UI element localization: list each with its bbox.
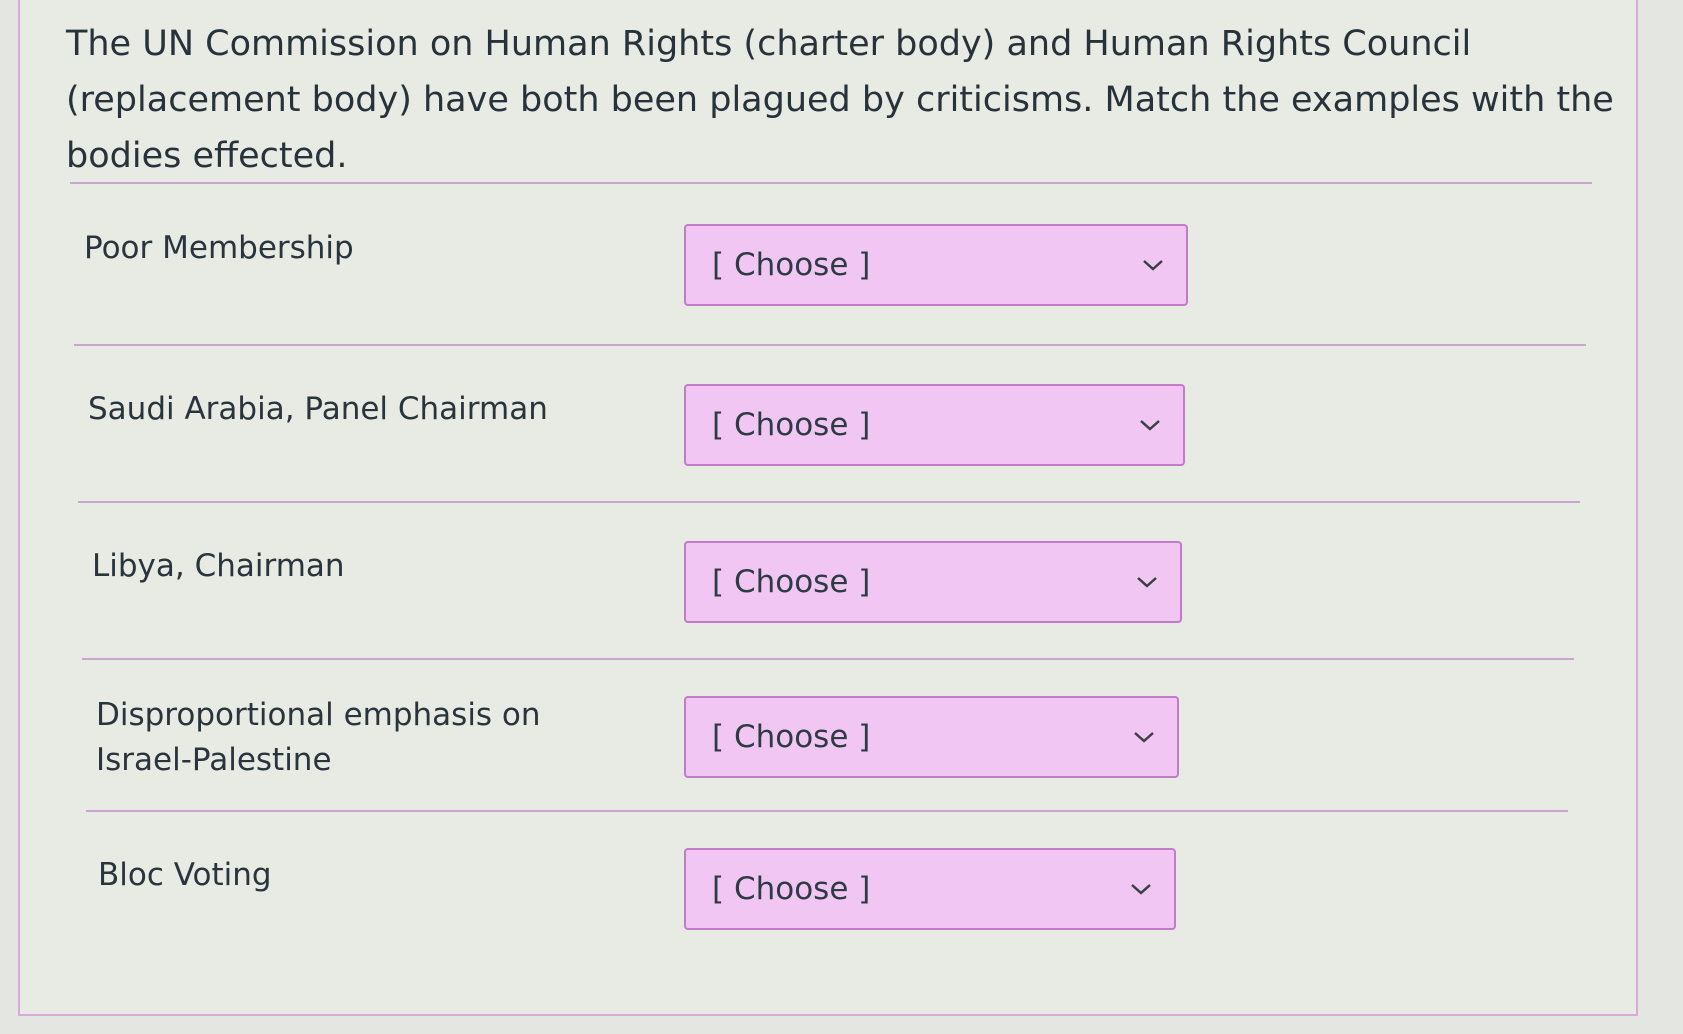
select-value: [ Choose ] bbox=[712, 719, 871, 755]
divider bbox=[86, 810, 1568, 812]
chevron-down-icon bbox=[1134, 732, 1154, 743]
select-value: [ Choose ] bbox=[712, 871, 871, 907]
select-value: [ Choose ] bbox=[712, 564, 871, 600]
answer-label: Bloc Voting bbox=[98, 857, 272, 893]
select-value: [ Choose ] bbox=[712, 407, 871, 443]
divider bbox=[82, 658, 1574, 660]
answer-select[interactable]: [ Choose ] bbox=[684, 848, 1176, 930]
divider bbox=[78, 501, 1580, 503]
chevron-down-icon bbox=[1137, 577, 1157, 588]
chevron-down-icon bbox=[1140, 420, 1160, 431]
divider bbox=[70, 182, 1592, 184]
question-text: The UN Commission on Human Rights (chart… bbox=[66, 24, 1614, 176]
chevron-down-icon bbox=[1143, 260, 1163, 271]
select-value: [ Choose ] bbox=[712, 247, 871, 283]
answer-label: Libya, Chairman bbox=[92, 548, 345, 584]
answer-select[interactable]: [ Choose ] bbox=[684, 384, 1185, 466]
answer-label: Disproportional emphasis on Israel-Pales… bbox=[96, 697, 541, 778]
answer-label: Saudi Arabia, Panel Chairman bbox=[88, 391, 548, 427]
answer-select[interactable]: [ Choose ] bbox=[684, 696, 1179, 778]
divider bbox=[74, 344, 1586, 346]
answer-select[interactable]: [ Choose ] bbox=[684, 541, 1182, 623]
answer-select[interactable]: [ Choose ] bbox=[684, 224, 1188, 306]
chevron-down-icon bbox=[1131, 884, 1151, 895]
question-card: The UN Commission on Human Rights (chart… bbox=[18, 0, 1638, 1016]
answer-label: Poor Membership bbox=[84, 230, 354, 266]
